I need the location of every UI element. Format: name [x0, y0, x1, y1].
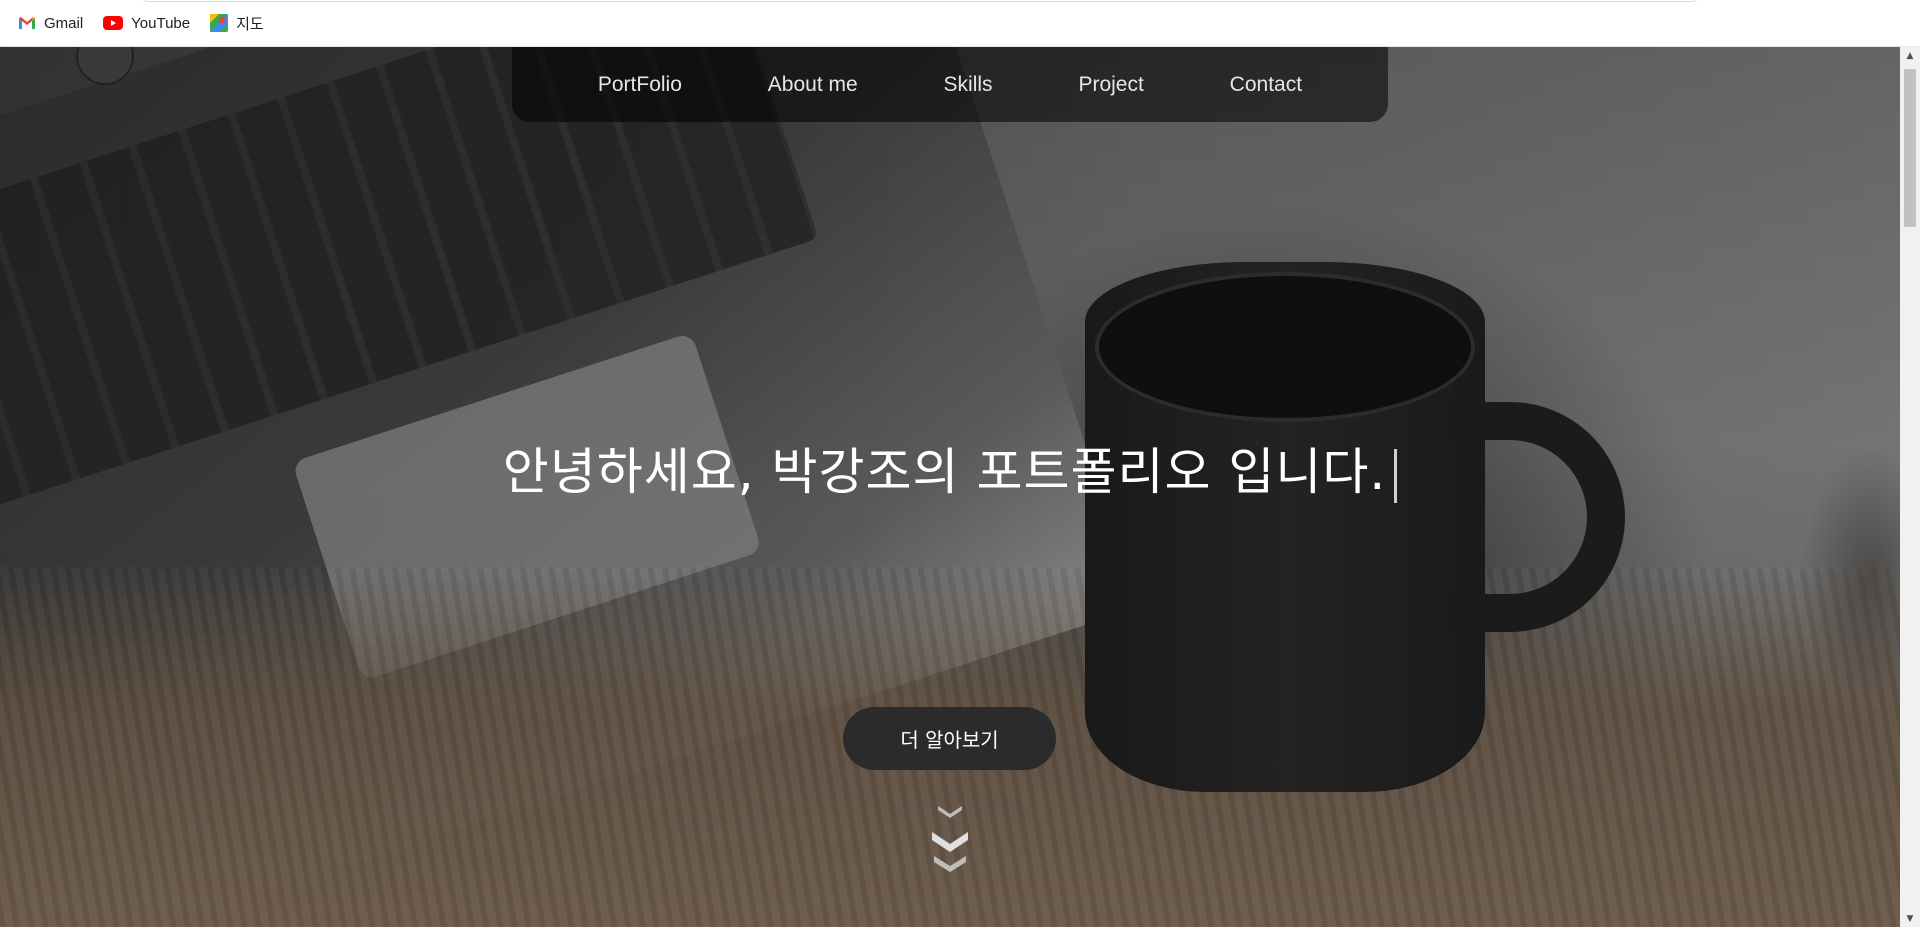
bookmark-maps[interactable]: 지도: [210, 8, 264, 38]
nav-item-portfolio[interactable]: PortFolio: [598, 73, 682, 97]
hero-heading: 안녕하세요, 박강조의 포트폴리오 입니다.: [0, 432, 1900, 504]
nav-item-contact[interactable]: Contact: [1230, 73, 1302, 97]
bookmark-youtube[interactable]: YouTube: [103, 8, 190, 38]
page-viewport: PortFolio About me Skills Project Contac…: [0, 47, 1900, 927]
scroll-up-icon[interactable]: ▲: [1900, 47, 1920, 64]
maps-icon: [210, 14, 229, 32]
scrollbar-thumb[interactable]: [1904, 69, 1916, 227]
scroll-down-arrows-icon[interactable]: [930, 802, 970, 882]
page-scrollbar[interactable]: ▲ ▼: [1900, 47, 1920, 927]
coffee-mug-photo: [1085, 262, 1625, 792]
gmail-icon: [18, 16, 36, 30]
youtube-icon: [103, 16, 124, 30]
nav-item-project[interactable]: Project: [1078, 73, 1143, 97]
typing-caret: [1394, 448, 1398, 503]
nav-item-about-me[interactable]: About me: [768, 73, 858, 97]
bookmarks-bar: Gmail YouTube 지도: [0, 0, 1920, 47]
hero-title-text: 안녕하세요, 박강조의 포트폴리오 입니다.: [502, 443, 1387, 501]
bookmark-label: Gmail: [44, 14, 84, 32]
main-nav: PortFolio About me Skills Project Contac…: [512, 47, 1388, 122]
nav-item-skills[interactable]: Skills: [944, 73, 993, 97]
learn-more-button[interactable]: 더 알아보기: [843, 707, 1056, 770]
scroll-down-icon[interactable]: ▼: [1900, 910, 1920, 927]
bookmark-label: YouTube: [131, 14, 191, 32]
omnibox-edge: [140, 0, 1700, 2]
mug-rim: [1095, 272, 1475, 422]
bookmark-gmail[interactable]: Gmail: [18, 8, 83, 38]
bookmark-label: 지도: [236, 15, 264, 33]
